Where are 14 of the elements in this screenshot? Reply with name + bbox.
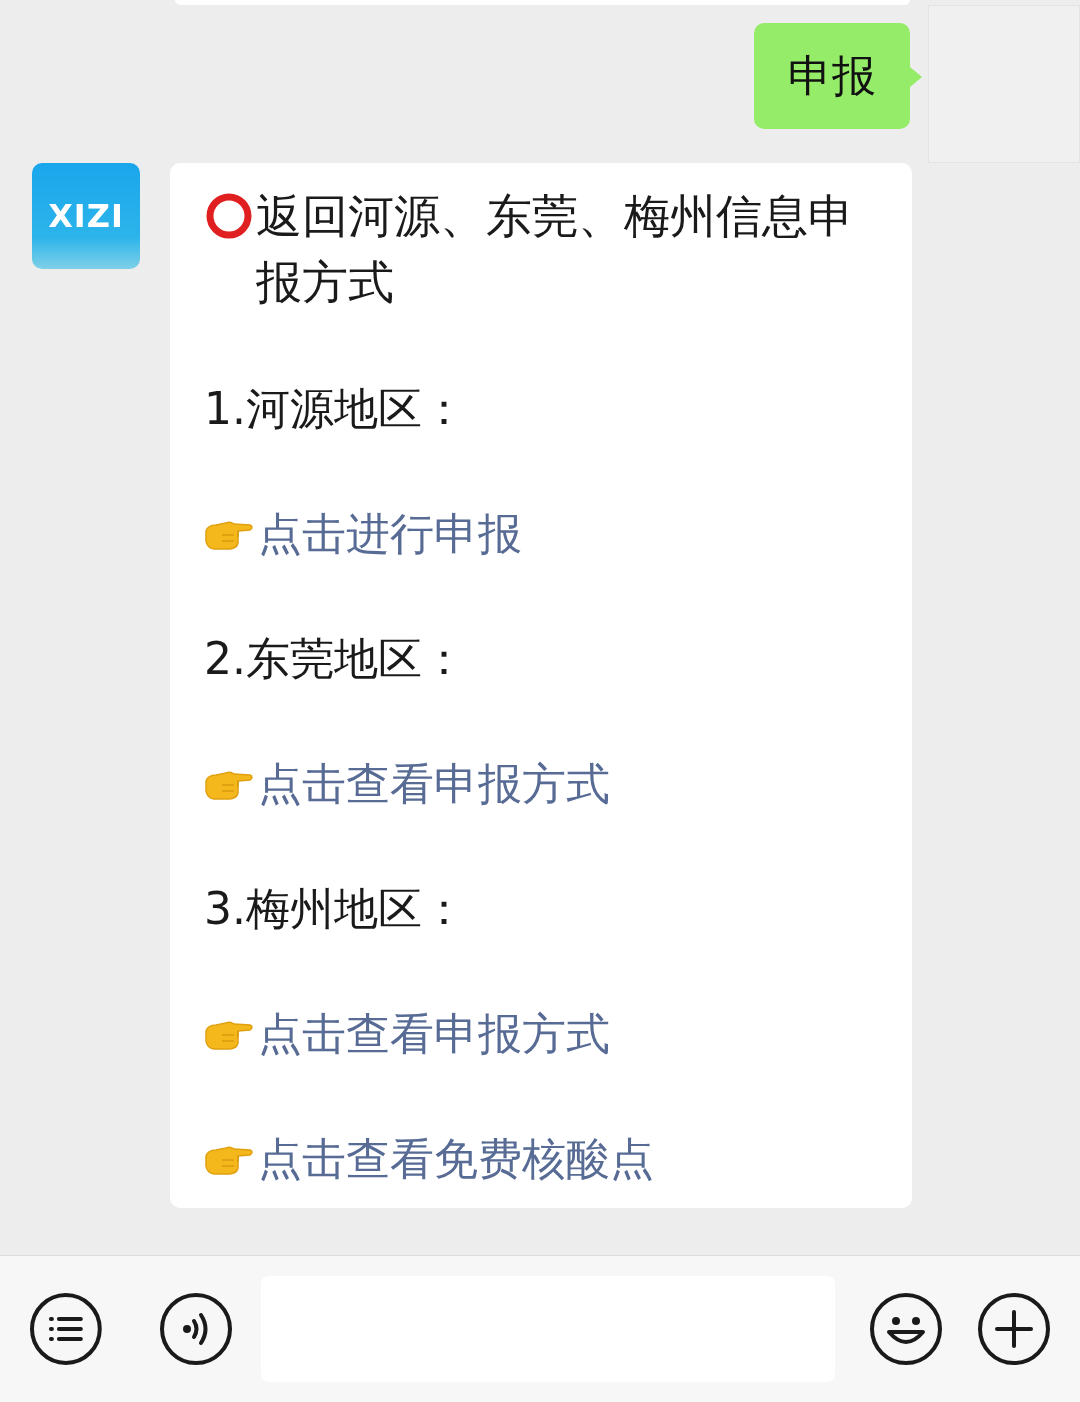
message-link[interactable]: 点击查看申报方式 [258,753,610,815]
region-heading: 3.梅州地区： [204,882,467,936]
region-heading: 1.河源地区： [204,382,467,436]
emoji-icon[interactable] [869,1292,943,1366]
voice-icon[interactable] [158,1292,233,1366]
message-title: 返回河源、东莞、梅州信息申报方式 [256,188,855,311]
region-heading: 2.东莞地区： [204,632,467,686]
message-link[interactable]: 点击查看免费核酸点 [258,1128,654,1190]
circle-icon [204,191,254,241]
menu-icon[interactable] [29,1292,103,1366]
message-link[interactable]: 点击进行申报 [258,503,522,565]
plus-icon[interactable] [977,1292,1051,1366]
message-link[interactable]: 点击查看申报方式 [258,1003,610,1065]
outgoing-bubble: 申报 [754,23,910,129]
